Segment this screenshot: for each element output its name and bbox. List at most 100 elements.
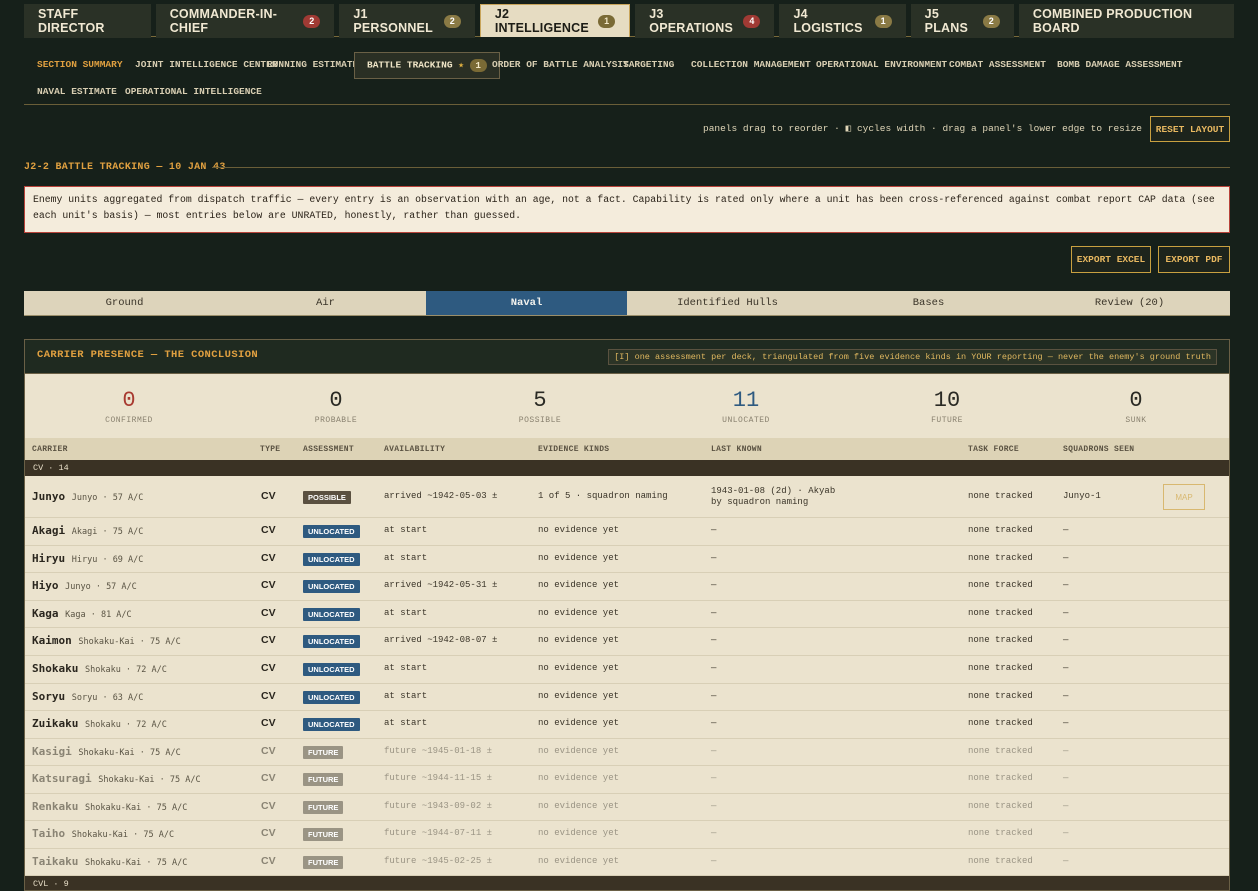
table-row[interactable]: Hiryu Hiryu · 69 A/C CV UNLOCATED at start n… bbox=[25, 545, 1229, 573]
column-header-carrier[interactable]: CARRIER bbox=[32, 445, 68, 454]
top-nav: STAFF DIRECTOR COMMANDER-IN-CHIEF 2 J1 PE… bbox=[24, 0, 1234, 38]
table-row[interactable]: Taiho Shokaku-Kai · 75 A/C CV FUTURE future… bbox=[25, 820, 1229, 849]
carrier-name: Katsuragi bbox=[32, 772, 92, 785]
carrier-type: CV bbox=[261, 772, 276, 784]
subtab-combat-assessment[interactable]: COMBAT ASSESSMENT bbox=[949, 59, 1046, 70]
table-row[interactable]: Shokaku Shokaku · 72 A/C CV UNLOCATED at st… bbox=[25, 655, 1229, 684]
column-header-squadrons[interactable]: SQUADRONS SEEN bbox=[1063, 445, 1134, 454]
tab-combined-production-board[interactable]: COMBINED PRODUCTION BOARD bbox=[1018, 4, 1234, 38]
task-force: none tracked bbox=[968, 856, 1033, 866]
filter-tab-air[interactable]: Air bbox=[225, 291, 426, 315]
tab-commander-in-chief[interactable]: COMMANDER-IN-CHIEF 2 bbox=[155, 4, 335, 38]
carrier-name-cell: Taiho Shokaku-Kai · 75 A/C bbox=[32, 827, 174, 840]
table-row[interactable]: Kaimon Shokaku-Kai · 75 A/C CV UNLOCATED ar… bbox=[25, 627, 1229, 656]
subtab-bomb-damage-assessment[interactable]: BOMB DAMAGE ASSESSMENT bbox=[1057, 59, 1182, 70]
carrier-class: Shokaku · 72 A/C bbox=[84, 720, 167, 730]
assessment-cell: UNLOCATED bbox=[303, 580, 360, 593]
assessment-cell: FUTURE bbox=[303, 746, 344, 759]
filter-tab-identified-hulls[interactable]: Identified Hulls bbox=[627, 291, 828, 315]
subtab-section-summary[interactable]: SECTION SUMMARY bbox=[37, 59, 123, 70]
stat-possible: 5 POSSIBLE bbox=[480, 388, 600, 425]
evidence-kinds: no evidence yet bbox=[538, 773, 620, 783]
column-header-type[interactable]: TYPE bbox=[260, 445, 280, 454]
tab-j4-logistics[interactable]: J4 LOGISTICS 1 bbox=[779, 4, 906, 38]
assessment-badge: UNLOCATED bbox=[303, 525, 360, 538]
carrier-class: Junyo · 57 A/C bbox=[65, 582, 137, 592]
availability: arrived ~1942-05-03 ± bbox=[384, 491, 498, 501]
filter-tab-ground[interactable]: Ground bbox=[24, 291, 225, 315]
carrier-name-cell: Akagi Akagi · 75 A/C bbox=[32, 524, 143, 537]
export-excel-button[interactable]: EXPORT EXCEL bbox=[1071, 246, 1151, 273]
table-row[interactable]: Zuikaku Shokaku · 72 A/C CV UNLOCATED at st… bbox=[25, 710, 1229, 739]
tab-j1-personnel[interactable]: J1 PERSONNEL 2 bbox=[339, 4, 475, 38]
squadrons-seen: — bbox=[1063, 608, 1069, 618]
subtab-running-estimate[interactable]: RUNNING ESTIMATE bbox=[267, 59, 358, 70]
column-header-last-known[interactable]: LAST KNOWN bbox=[711, 445, 762, 454]
assessment-cell: FUTURE bbox=[303, 801, 344, 814]
notification-badge: 2 bbox=[443, 14, 461, 28]
column-header-assessment[interactable]: ASSESSMENT bbox=[303, 445, 354, 454]
panel-header[interactable]: CARRIER PRESENCE — THE CONCLUSION [I] on… bbox=[25, 340, 1229, 374]
evidence-kinds: 1 of 5 · squadron naming bbox=[538, 491, 668, 501]
availability: future ~1943-09-02 ± bbox=[384, 801, 493, 811]
carrier-type: CV bbox=[261, 662, 276, 674]
export-pdf-button[interactable]: EXPORT PDF bbox=[1158, 246, 1230, 273]
carrier-name: Shokaku bbox=[32, 662, 79, 675]
carrier-type: CV bbox=[261, 634, 276, 646]
map-button[interactable]: MAP bbox=[1163, 484, 1205, 510]
table-row[interactable]: Kaga Kaga · 81 A/C CV UNLOCATED at start no … bbox=[25, 600, 1229, 628]
panel-title: CARRIER PRESENCE — THE CONCLUSION bbox=[37, 349, 259, 361]
stat-probable: 0 PROBABLE bbox=[276, 388, 396, 425]
table-row[interactable]: Soryu Soryu · 63 A/C CV UNLOCATED at start n… bbox=[25, 683, 1229, 711]
filter-tab-naval[interactable]: Naval bbox=[426, 291, 627, 315]
subtab-targeting[interactable]: TARGETING bbox=[623, 59, 674, 70]
subtab-battle-tracking[interactable]: BATTLE TRACKING ★ 1 bbox=[354, 52, 500, 79]
squadrons-seen: — bbox=[1063, 828, 1069, 838]
task-force: none tracked bbox=[968, 746, 1033, 756]
availability: future ~1944-07-11 ± bbox=[384, 828, 493, 838]
table-row[interactable]: Taikaku Shokaku-Kai · 75 A/C CV FUTURE futu… bbox=[25, 848, 1229, 876]
assessment-cell: UNLOCATED bbox=[303, 718, 360, 731]
carrier-class: Shokaku-Kai · 75 A/C bbox=[98, 775, 201, 785]
subtab-order-of-battle[interactable]: ORDER OF BATTLE ANALYSIS bbox=[492, 59, 629, 70]
carrier-name: Hiyo bbox=[32, 579, 59, 592]
tab-label: J4 LOGISTICS bbox=[793, 7, 863, 35]
table-row[interactable]: Kasigi Shokaku-Kai · 75 A/C CV FUTURE futur… bbox=[25, 738, 1229, 766]
column-header-availability[interactable]: AVAILABILITY bbox=[384, 445, 445, 454]
stat-value: 5 bbox=[533, 388, 547, 413]
table-row[interactable]: Akagi Akagi · 75 A/C CV UNLOCATED at start n… bbox=[25, 517, 1229, 546]
subtab-collection-management[interactable]: COLLECTION MANAGEMENT bbox=[691, 59, 811, 70]
table-row[interactable]: Renkaku Shokaku-Kai · 75 A/C CV FUTURE futu… bbox=[25, 793, 1229, 821]
carrier-type: CV bbox=[261, 855, 276, 867]
table-row[interactable]: Katsuragi Shokaku-Kai · 75 A/C CV FUTURE fu… bbox=[25, 765, 1229, 794]
tab-j3-operations[interactable]: J3 OPERATIONS 4 bbox=[635, 4, 775, 38]
task-force: none tracked bbox=[968, 635, 1033, 645]
tab-j2-intelligence[interactable]: J2 INTELLIGENCE 1 bbox=[479, 4, 631, 37]
carrier-name-cell: Kasigi Shokaku-Kai · 75 A/C bbox=[32, 745, 181, 758]
table-row[interactable]: Hiyo Junyo · 57 A/C CV UNLOCATED arrived ~1… bbox=[25, 572, 1229, 601]
assessment-badge: UNLOCATED bbox=[303, 608, 360, 621]
carrier-class: Soryu · 63 A/C bbox=[71, 693, 144, 703]
carrier-name: Junyo bbox=[32, 490, 66, 503]
evidence-kinds: no evidence yet bbox=[538, 608, 620, 618]
column-header-task-force[interactable]: TASK FORCE bbox=[968, 445, 1019, 454]
carrier-class: Shokaku · 72 A/C bbox=[84, 665, 167, 675]
evidence-kinds: no evidence yet bbox=[538, 801, 620, 811]
filter-tab-bases[interactable]: Bases bbox=[828, 291, 1029, 315]
availability: arrived ~1942-08-07 ± bbox=[384, 635, 498, 645]
tab-staff-director[interactable]: STAFF DIRECTOR bbox=[24, 4, 151, 38]
subtab-label: BATTLE TRACKING bbox=[367, 59, 453, 71]
column-header-evidence[interactable]: EVIDENCE KINDS bbox=[538, 445, 609, 454]
task-force: none tracked bbox=[968, 663, 1033, 673]
subtab-operational-environment[interactable]: OPERATIONAL ENVIRONMENT bbox=[816, 59, 947, 70]
table-row[interactable]: Junyo Junyo · 57 A/C CV POSSIBLE arrived ~1… bbox=[25, 476, 1229, 518]
carrier-name: Kasigi bbox=[32, 745, 72, 758]
subtab-joint-intelligence-center[interactable]: JOINT INTELLIGENCE CENTER bbox=[135, 59, 278, 70]
reset-layout-button[interactable]: RESET LAYOUT bbox=[1150, 116, 1230, 142]
assessment-cell: FUTURE bbox=[303, 856, 344, 869]
subtab-naval-estimate[interactable]: NAVAL ESTIMATE bbox=[37, 86, 117, 97]
filter-tab-review[interactable]: Review (20) bbox=[1029, 291, 1230, 315]
tab-j5-plans[interactable]: J5 PLANS 2 bbox=[910, 4, 1014, 38]
carrier-name-cell: Kaimon Shokaku-Kai · 75 A/C bbox=[32, 634, 181, 647]
subtab-operational-intelligence[interactable]: OPERATIONAL INTELLIGENCE bbox=[125, 86, 262, 97]
